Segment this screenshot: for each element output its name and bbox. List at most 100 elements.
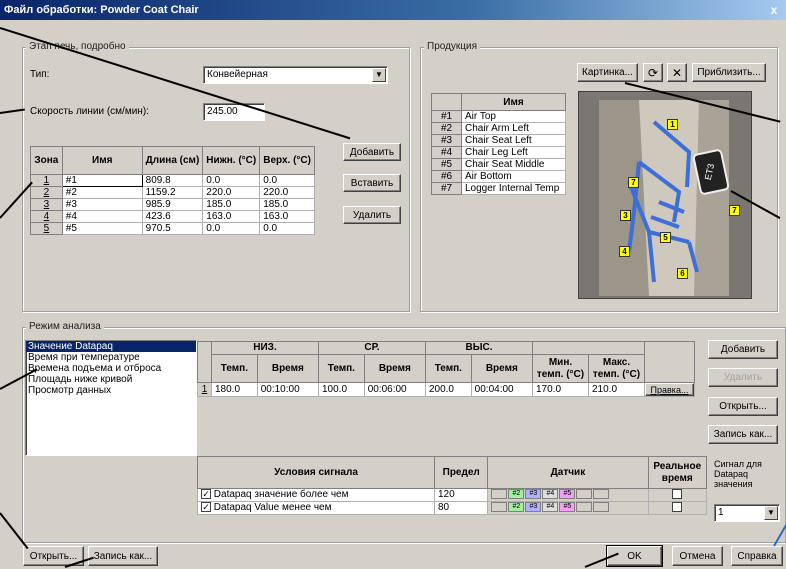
- signal-dropdown[interactable]: 1 ▼: [714, 504, 780, 522]
- limit-value[interactable]: 120: [433, 488, 489, 502]
- cell[interactable]: 200.0: [424, 382, 472, 397]
- add-zone-button[interactable]: Добавить: [343, 143, 401, 161]
- zone-high[interactable]: 220.0: [259, 186, 315, 199]
- sensor-slot[interactable]: [491, 502, 508, 513]
- zone-length[interactable]: 1159.2: [141, 186, 204, 199]
- sensor-slot[interactable]: #5: [559, 502, 576, 513]
- zone-name[interactable]: #1: [61, 174, 143, 187]
- save-as-analysis-button[interactable]: Запись как...: [708, 425, 778, 444]
- product-name[interactable]: Logger Internal Temp: [461, 182, 566, 195]
- product-name-header[interactable]: Имя: [461, 93, 566, 111]
- open-analysis-button[interactable]: Открыть...: [708, 397, 778, 416]
- sensor-slot[interactable]: #5: [559, 489, 576, 500]
- sensor-slot[interactable]: [491, 489, 508, 500]
- cell[interactable]: 00:10:00: [256, 382, 319, 397]
- realtime-checkbox[interactable]: [672, 489, 683, 500]
- zone-length[interactable]: 423.6: [141, 210, 204, 223]
- table-row[interactable]: 1 #1 809.8 0.0 0.0: [30, 174, 315, 187]
- list-item[interactable]: #2 Chair Arm Left: [431, 122, 566, 135]
- product-name[interactable]: Chair Leg Left: [461, 146, 566, 159]
- chevron-down-icon[interactable]: ▼: [764, 506, 778, 520]
- cell[interactable]: 180.0: [211, 382, 258, 397]
- help-button[interactable]: Справка: [731, 546, 783, 566]
- product-name[interactable]: Air Top: [461, 110, 566, 123]
- table-row[interactable]: 1 180.0 00:10:00 100.0 00:06:00 200.0 00…: [197, 382, 695, 397]
- list-item[interactable]: #6 Air Bottom: [431, 170, 566, 183]
- list-item[interactable]: #5 Chair Seat Middle: [431, 158, 566, 171]
- cell[interactable]: 100.0: [317, 382, 365, 397]
- zone-low[interactable]: 163.0: [202, 210, 261, 223]
- zone-num[interactable]: 2: [30, 186, 63, 199]
- zone-low[interactable]: 0.0: [202, 222, 261, 235]
- list-item[interactable]: #3 Chair Seat Left: [431, 134, 566, 147]
- table-row[interactable]: 3 #3 985.9 185.0 185.0: [30, 198, 315, 211]
- cell[interactable]: 170.0: [532, 382, 589, 397]
- zone-high[interactable]: 0.0: [259, 222, 315, 235]
- picture-button[interactable]: Картинка...: [577, 63, 638, 82]
- list-item[interactable]: Площадь ниже кривой: [26, 374, 196, 385]
- list-item[interactable]: Просмотр данных: [26, 385, 196, 396]
- sensor-slot[interactable]: #2: [508, 489, 525, 500]
- table-row[interactable]: 2 #2 1159.2 220.0 220.0: [30, 186, 315, 199]
- limit-value[interactable]: 80: [433, 501, 489, 515]
- list-item[interactable]: #4 Chair Leg Left: [431, 146, 566, 159]
- list-item[interactable]: Значение Datapaq: [26, 341, 196, 352]
- table-row[interactable]: ✓ Datapaq значение более чем 120 #2 #3 #4 #…: [197, 488, 708, 502]
- table-row[interactable]: 4 #4 423.6 163.0 163.0: [30, 210, 315, 223]
- cell[interactable]: 210.0: [588, 382, 645, 397]
- table-row[interactable]: ✓ Datapaq Value менее чем 80 #2 #3 #4 #5: [197, 501, 708, 515]
- sensor-slot[interactable]: [576, 502, 593, 513]
- product-name[interactable]: Chair Arm Left: [461, 122, 566, 135]
- zone-num[interactable]: 3: [30, 198, 63, 211]
- zone-low[interactable]: 220.0: [202, 186, 261, 199]
- zone-high[interactable]: 163.0: [259, 210, 315, 223]
- zone-low-header[interactable]: Нижн. (°C): [202, 146, 261, 175]
- zone-length[interactable]: 985.9: [141, 198, 204, 211]
- sensor-slot[interactable]: #2: [508, 502, 525, 513]
- cell[interactable]: 00:06:00: [363, 382, 426, 397]
- insert-zone-button[interactable]: Вставить: [343, 174, 401, 192]
- zone-low[interactable]: 0.0: [202, 174, 261, 187]
- list-item[interactable]: Время при температуре: [26, 352, 196, 363]
- close-icon[interactable]: x: [766, 2, 782, 18]
- realtime-checkbox[interactable]: [672, 502, 683, 513]
- zone-num[interactable]: 4: [30, 210, 63, 223]
- delete-analysis-button[interactable]: Удалить: [708, 368, 778, 387]
- checkbox[interactable]: ✓: [201, 502, 211, 513]
- product-name[interactable]: Chair Seat Left: [461, 134, 566, 147]
- sensor-slot[interactable]: [593, 502, 610, 513]
- save-as-file-button[interactable]: Запись как...: [88, 546, 158, 566]
- zone-length[interactable]: 809.8: [141, 174, 204, 187]
- list-item[interactable]: Времена подъема и отброса: [26, 363, 196, 374]
- row-num[interactable]: 1: [197, 382, 212, 397]
- rotate-icon[interactable]: ⟳: [643, 63, 663, 82]
- checkbox[interactable]: ✓: [201, 489, 211, 500]
- zone-name[interactable]: #2: [61, 186, 143, 199]
- zoom-button[interactable]: Приблизить...: [692, 63, 766, 82]
- delete-zone-button[interactable]: Удалить: [343, 206, 401, 224]
- zone-name[interactable]: #5: [61, 222, 143, 235]
- zone-num[interactable]: 1: [30, 174, 63, 187]
- close-icon[interactable]: ✕: [667, 63, 687, 82]
- zone-name[interactable]: #4: [61, 210, 143, 223]
- cancel-button[interactable]: Отмена: [672, 546, 723, 566]
- chevron-down-icon[interactable]: ▼: [372, 68, 386, 82]
- zone-name-header[interactable]: Имя: [61, 146, 143, 175]
- zone-high-header[interactable]: Верх. (°C): [259, 146, 315, 175]
- analysis-mode-list[interactable]: Значение Datapaq Время при температуре В…: [25, 340, 197, 456]
- table-row[interactable]: 5 #5 970.5 0.0 0.0: [30, 222, 315, 235]
- ok-button[interactable]: OK: [606, 545, 663, 567]
- list-item[interactable]: #7 Logger Internal Temp: [431, 182, 566, 195]
- zone-length-header[interactable]: Длина (см): [141, 146, 204, 175]
- zone-num[interactable]: 5: [30, 222, 63, 235]
- zone-high[interactable]: 0.0: [259, 174, 315, 187]
- product-name[interactable]: Air Bottom: [461, 170, 566, 183]
- type-dropdown[interactable]: Конвейерная ▼: [203, 66, 388, 84]
- list-item[interactable]: #1 Air Top: [431, 110, 566, 123]
- sensor-slot[interactable]: [576, 489, 593, 500]
- sensor-slot[interactable]: [593, 489, 610, 500]
- sensor-slot[interactable]: #4: [542, 502, 559, 513]
- add-analysis-button[interactable]: Добавить: [708, 340, 778, 359]
- zone-high[interactable]: 185.0: [259, 198, 315, 211]
- product-photo[interactable]: ET3 1 7 3 7 5 4 6: [578, 91, 752, 299]
